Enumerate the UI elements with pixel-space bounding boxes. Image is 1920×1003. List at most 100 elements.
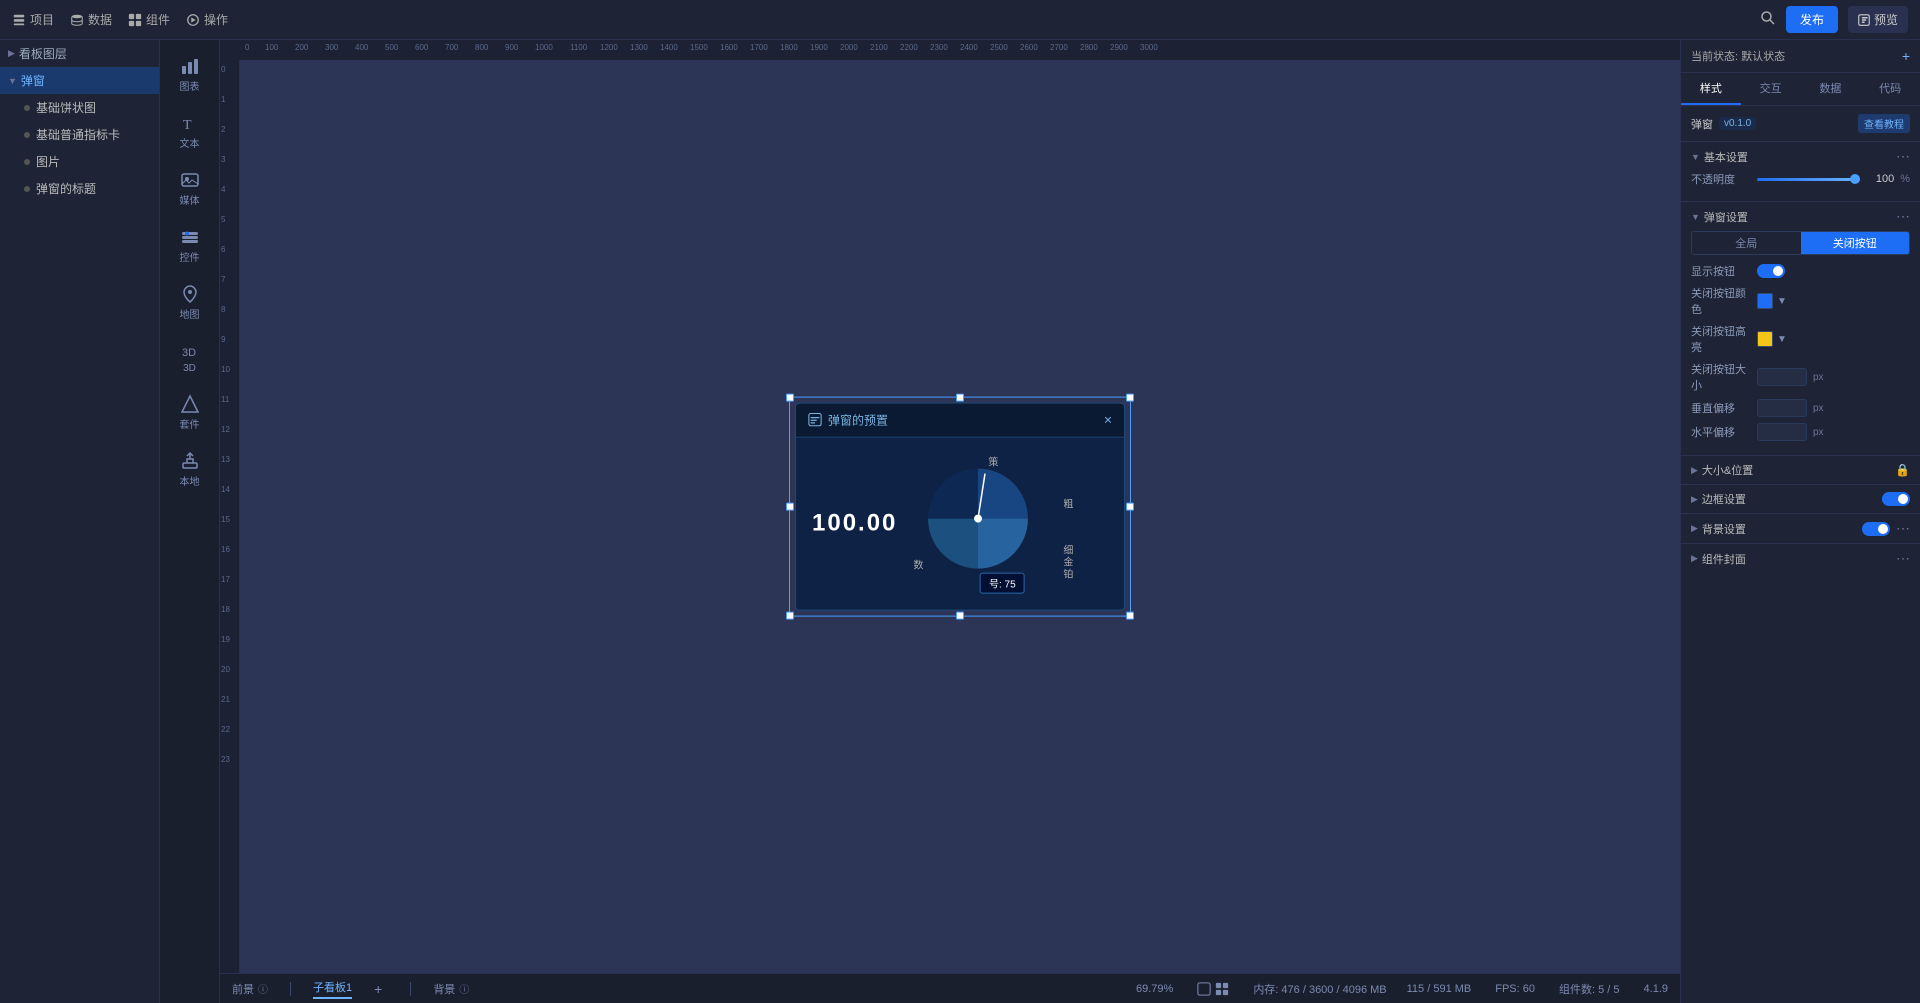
text-sidebar-btn[interactable]: T 文本 xyxy=(164,105,216,158)
bg-more[interactable]: ⋯ xyxy=(1896,520,1910,537)
show-btn-toggle[interactable] xyxy=(1757,264,1785,278)
right-panel: 当前状态: 默认状态 + 样式 交互 数据 代码 弹窗 v0.1.0 查看教程 xyxy=(1680,40,1920,1003)
canvas-bg[interactable]: 弹窗的预置 × 100.00 策 粗 数 xyxy=(240,60,1680,973)
handle-bl[interactable] xyxy=(786,611,794,619)
chart-label-right-top: 粗 xyxy=(1063,495,1073,510)
3d-sidebar-btn[interactable]: 3D 3D xyxy=(164,333,216,382)
bg-toggle[interactable] xyxy=(1862,522,1890,536)
menu-project[interactable]: 项目 xyxy=(12,11,54,28)
layer-item-popup[interactable]: ▼ 弹窗 xyxy=(0,67,159,94)
handle-tr[interactable] xyxy=(1126,393,1134,401)
view-icon-2[interactable] xyxy=(1215,982,1229,996)
tab-data[interactable]: 数据 xyxy=(1801,73,1861,105)
close-highlight-arrow[interactable]: ▼ xyxy=(1777,334,1787,345)
layer-item-image[interactable]: 图片 xyxy=(0,148,159,175)
chart-label-left: 数 xyxy=(913,560,923,572)
bg-toggle-area: ⋯ xyxy=(1862,520,1910,537)
show-btn-row: 显示按钮 xyxy=(1691,263,1910,279)
close-color-label: 关闭按钮颜色 xyxy=(1691,285,1751,317)
publish-button[interactable]: 发布 xyxy=(1786,6,1838,33)
tutorial-link[interactable]: 查看教程 xyxy=(1858,114,1910,133)
dot-icon xyxy=(24,105,30,111)
modal-header: 弹窗的预置 × xyxy=(796,403,1124,437)
opacity-slider[interactable] xyxy=(1757,178,1860,181)
lock-icon[interactable]: 🔒 xyxy=(1895,463,1910,477)
basic-settings-toggle[interactable]: ▼ 基本设置 ⋯ xyxy=(1681,142,1920,171)
close-size-input[interactable]: 20 xyxy=(1757,368,1807,386)
size-position-toggle[interactable]: ▶ 大小&位置 🔒 xyxy=(1681,456,1920,484)
layer-item-pie[interactable]: 基础饼状图 xyxy=(0,94,159,121)
h-offset-label: 水平偏移 xyxy=(1691,424,1751,440)
tab-foreground[interactable]: 前景 ⓘ xyxy=(232,981,268,997)
chevron-icon: ▼ xyxy=(8,76,17,86)
handle-tl[interactable] xyxy=(786,393,794,401)
tab-style[interactable]: 样式 xyxy=(1681,73,1741,105)
border-toggle[interactable] xyxy=(1882,492,1910,506)
menu-data[interactable]: 数据 xyxy=(70,11,112,28)
v-offset-label: 垂直偏移 xyxy=(1691,400,1751,416)
svg-text:3D: 3D xyxy=(182,347,196,359)
preview-button[interactable]: 预览 xyxy=(1848,6,1908,33)
search-button[interactable] xyxy=(1760,10,1776,29)
state-bar: 当前状态: 默认状态 + xyxy=(1681,40,1920,73)
handle-br[interactable] xyxy=(1126,611,1134,619)
h-offset-input[interactable]: 12 xyxy=(1757,423,1807,441)
close-color-row: 关闭按钮颜色 ▼ xyxy=(1691,285,1910,317)
component-sidebar-btn[interactable]: 套件 xyxy=(164,386,216,439)
component-cover-section: ▶ 组件封面 ⋯ xyxy=(1681,544,1920,573)
basic-settings-section: ▼ 基本设置 ⋯ 不透明度 100 % xyxy=(1681,142,1920,202)
dot-icon xyxy=(24,132,30,138)
menu-operation[interactable]: 操作 xyxy=(186,11,228,28)
add-state-button[interactable]: + xyxy=(1902,48,1910,64)
modal-chart: 策 粗 数 细金铂 xyxy=(913,453,1073,593)
background-info-icon: ⓘ xyxy=(459,981,469,996)
local-sidebar-btn[interactable]: 本地 xyxy=(164,443,216,496)
close-highlight-swatch[interactable] xyxy=(1757,331,1773,347)
tab-close-btn[interactable]: 关闭按钮 xyxy=(1801,232,1910,254)
tab-subboard1[interactable]: 子看板1 xyxy=(313,979,352,999)
left-panel: ▶ 看板图层 ▼ 弹窗 基础饼状图 基础普通指标卡 图片 弹窗的标题 xyxy=(0,40,160,1003)
layer-item-title[interactable]: 弹窗的标题 xyxy=(0,175,159,202)
menu-component[interactable]: 组件 xyxy=(128,11,170,28)
widget-info-section: 弹窗 v0.1.0 查看教程 xyxy=(1681,106,1920,142)
component-cover-toggle[interactable]: ▶ 组件封面 ⋯ xyxy=(1681,544,1920,573)
cover-more[interactable]: ⋯ xyxy=(1896,550,1910,567)
layer-item-tab[interactable]: 基础普通指标卡 xyxy=(0,121,159,148)
modal-settings-more[interactable]: ⋯ xyxy=(1896,208,1910,225)
handle-tm[interactable] xyxy=(956,393,964,401)
close-color-arrow[interactable]: ▼ xyxy=(1777,296,1787,307)
modal-box: 弹窗的预置 × 100.00 策 粗 数 xyxy=(795,402,1125,610)
opacity-label: 不透明度 xyxy=(1691,171,1751,187)
control-sidebar-btn[interactable]: 控件 xyxy=(164,219,216,272)
view-mode-buttons xyxy=(1197,982,1229,996)
modal-body: 100.00 策 粗 数 细金铂 xyxy=(796,437,1124,609)
map-sidebar-btn[interactable]: 地图 xyxy=(164,276,216,329)
close-highlight-control: ▼ xyxy=(1757,331,1787,347)
handle-bm[interactable] xyxy=(956,611,964,619)
chevron-right-icon2: ▶ xyxy=(1691,494,1698,505)
tab-code[interactable]: 代码 xyxy=(1860,73,1920,105)
close-color-swatch[interactable] xyxy=(1757,293,1773,309)
handle-mr[interactable] xyxy=(1126,502,1134,510)
tab-background[interactable]: 背景 ⓘ xyxy=(433,981,469,997)
border-settings-toggle[interactable]: ▶ 边框设置 xyxy=(1681,485,1920,513)
layer-group-dashboard[interactable]: ▶ 看板图层 xyxy=(0,40,159,67)
global-local-tabs: 全局 关闭按钮 xyxy=(1691,231,1910,255)
state-label: 当前状态: 默认状态 xyxy=(1691,48,1785,64)
tab-global[interactable]: 全局 xyxy=(1692,232,1801,254)
modal-close-button[interactable]: × xyxy=(1104,412,1112,428)
ruler-vertical: 0 1 2 3 4 5 6 7 8 9 10 11 12 13 14 15 16… xyxy=(220,60,240,973)
chevron-down-icon: ▼ xyxy=(1691,152,1700,162)
chart-sidebar-btn[interactable]: 图表 xyxy=(164,48,216,101)
view-icon-1[interactable] xyxy=(1197,982,1211,996)
dot-icon xyxy=(24,159,30,165)
handle-ml[interactable] xyxy=(786,502,794,510)
add-tab-button[interactable]: + xyxy=(374,981,382,997)
basic-settings-more[interactable]: ⋯ xyxy=(1896,148,1910,165)
modal-settings-toggle[interactable]: ▼ 弹窗设置 ⋯ xyxy=(1681,202,1920,231)
media-sidebar-btn[interactable]: 媒体 xyxy=(164,162,216,215)
tab-interact[interactable]: 交互 xyxy=(1741,73,1801,105)
v-offset-input[interactable]: 20 xyxy=(1757,399,1807,417)
component-info: 组件数: 5 / 5 xyxy=(1559,981,1620,997)
bg-settings-toggle[interactable]: ▶ 背景设置 ⋯ xyxy=(1681,514,1920,543)
